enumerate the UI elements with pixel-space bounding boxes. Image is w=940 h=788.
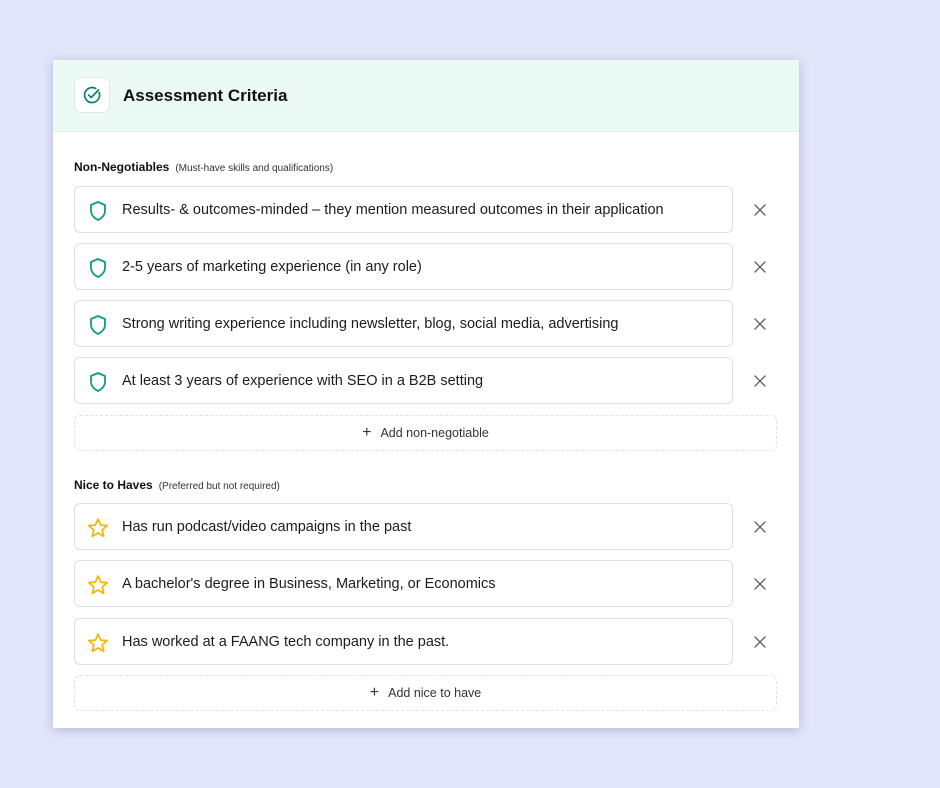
plus-icon: + [362, 424, 372, 441]
remove-non-negotiable-button[interactable] [750, 314, 770, 334]
card-header: Assessment Criteria [53, 60, 799, 132]
non-negotiable-item[interactable]: At least 3 years of experience with SEO … [74, 357, 733, 404]
add-nice-to-have-label: Add nice to have [388, 686, 482, 700]
close-icon [754, 636, 766, 648]
close-icon [754, 521, 766, 533]
nice-to-have-text: A bachelor's degree in Business, Marketi… [122, 576, 496, 592]
close-icon [754, 375, 766, 387]
assessment-criteria-card: Assessment Criteria Non-Negotiables (Must… [53, 60, 799, 728]
close-icon [754, 261, 766, 273]
add-non-negotiable-label: Add non-negotiable [380, 426, 489, 440]
non-negotiable-text: Results- & outcomes-minded – they mentio… [122, 202, 664, 218]
plus-icon: + [369, 684, 380, 701]
nice-to-have-item[interactable]: A bachelor's degree in Business, Marketi… [74, 560, 733, 607]
non-negotiable-text: Strong writing experience including news… [122, 316, 619, 332]
page-title: Assessment Criteria [123, 86, 288, 105]
non-negotiables-subtitle: (Must-have skills and qualifications) [175, 163, 334, 174]
close-icon [754, 318, 766, 330]
nice-to-haves-heading: Nice to Haves (Preferred but not required… [74, 477, 280, 495]
non-negotiables-heading: Non-Negotiables (Must-have skills and qua… [74, 159, 333, 177]
nice-to-have-item[interactable]: Has worked at a FAANG tech company in th… [74, 618, 733, 665]
star-icon [87, 632, 109, 654]
nice-to-haves-title: Nice to Haves [74, 478, 153, 492]
nice-to-haves-subtitle: (Preferred but not required) [158, 481, 280, 492]
star-icon [87, 574, 109, 596]
remove-nice-to-have-button[interactable] [750, 517, 770, 537]
close-icon [754, 204, 766, 216]
non-negotiable-item[interactable]: Results- & outcomes-minded – they mentio… [74, 186, 733, 233]
remove-non-negotiable-button[interactable] [750, 257, 770, 277]
nice-to-have-text: Has worked at a FAANG tech company in th… [122, 634, 450, 650]
remove-non-negotiable-button[interactable] [750, 371, 770, 391]
remove-nice-to-have-button[interactable] [750, 632, 770, 652]
shield-icon [87, 314, 109, 336]
non-negotiables-title: Non-Negotiables [74, 160, 170, 174]
check-circle-icon [83, 86, 101, 104]
non-negotiable-text: 2-5 years of marketing experience (in an… [122, 259, 422, 275]
close-icon [754, 578, 766, 590]
shield-icon [87, 200, 109, 222]
header-icon-box [74, 77, 110, 113]
non-negotiable-item[interactable]: 2-5 years of marketing experience (in an… [74, 243, 733, 290]
nice-to-have-text: Has run podcast/video campaigns in the p… [122, 519, 412, 535]
shield-icon [87, 257, 109, 279]
non-negotiable-item[interactable]: Strong writing experience including news… [74, 300, 733, 347]
add-nice-to-have-button[interactable]: + Add nice to have [74, 675, 777, 711]
remove-non-negotiable-button[interactable] [750, 200, 770, 220]
add-non-negotiable-button[interactable]: + Add non-negotiable [74, 415, 777, 451]
shield-icon [87, 371, 109, 393]
non-negotiable-text: At least 3 years of experience with SEO … [122, 373, 484, 389]
remove-nice-to-have-button[interactable] [750, 574, 770, 594]
star-icon [87, 517, 109, 539]
nice-to-have-item[interactable]: Has run podcast/video campaigns in the p… [74, 503, 733, 550]
